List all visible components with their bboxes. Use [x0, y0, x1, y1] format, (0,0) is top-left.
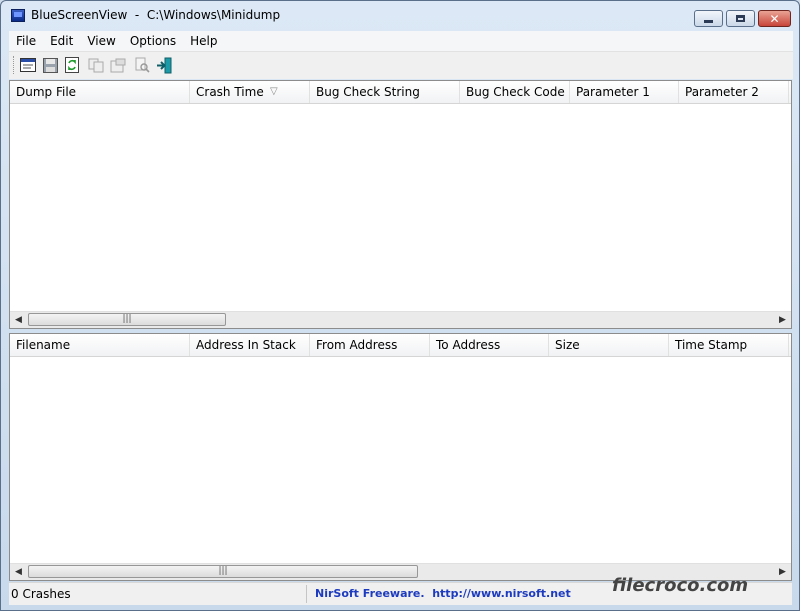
copy-icon	[88, 58, 104, 72]
window-title: BlueScreenView - C:\Windows\Minidump	[31, 8, 281, 22]
toolbar	[9, 51, 793, 79]
crash-list-header: Dump File Crash Time ▽ Bug Check String B…	[10, 81, 791, 104]
col-crash-time[interactable]: Crash Time ▽	[190, 81, 310, 103]
scroll-left-icon[interactable]: ◀	[10, 564, 27, 580]
html-report-icon	[110, 58, 126, 72]
col-parameter-1[interactable]: Parameter 1	[570, 81, 679, 103]
scroll-right-icon[interactable]: ▶	[774, 564, 791, 580]
close-button[interactable]: ✕	[758, 10, 791, 27]
crash-list-scroll-thumb[interactable]: |||	[28, 313, 226, 326]
minimize-button[interactable]	[694, 10, 723, 27]
crash-count: 0 Crashes	[11, 587, 71, 601]
title-bar[interactable]: BlueScreenView - C:\Windows\Minidump ✕	[1, 1, 799, 31]
crash-list-hscrollbar[interactable]: ◀ ||| ▶	[10, 311, 791, 328]
monitor-icon	[11, 9, 25, 22]
menu-options[interactable]: Options	[123, 34, 183, 48]
maximize-icon	[736, 15, 745, 22]
menu-view[interactable]: View	[80, 34, 122, 48]
driver-list[interactable]: Filename Address In Stack From Address T…	[9, 333, 792, 581]
scroll-right-icon[interactable]: ▶	[774, 312, 791, 328]
menu-help[interactable]: Help	[183, 34, 224, 48]
properties-button[interactable]	[19, 56, 37, 74]
driver-list-scroll-thumb[interactable]: |||	[28, 565, 418, 578]
scroll-left-icon[interactable]: ◀	[10, 312, 27, 328]
save-icon	[42, 57, 58, 73]
refresh-button[interactable]	[63, 56, 81, 74]
col-size[interactable]: Size	[549, 334, 669, 356]
col-to-address[interactable]: To Address	[430, 334, 549, 356]
minimize-icon	[704, 20, 713, 23]
col-filename[interactable]: Filename	[10, 334, 190, 356]
crash-list[interactable]: Dump File Crash Time ▽ Bug Check String B…	[9, 80, 792, 329]
nirsoft-link[interactable]: NirSoft Freeware. http://www.nirsoft.net	[315, 587, 571, 600]
status-divider	[306, 585, 307, 603]
col-address-in-stack[interactable]: Address In Stack	[190, 334, 310, 356]
exit-icon	[156, 57, 171, 73]
col-parameter-2[interactable]: Parameter 2	[679, 81, 789, 103]
find-icon	[135, 57, 150, 73]
col-bug-check-code[interactable]: Bug Check Code	[460, 81, 570, 103]
maximize-button[interactable]	[726, 10, 755, 27]
watermark: filecroco.com	[612, 575, 749, 596]
save-button[interactable]	[41, 56, 59, 74]
refresh-icon	[65, 57, 79, 73]
menu-bar: File Edit View Options Help	[9, 31, 793, 51]
html-report-button[interactable]	[109, 56, 127, 74]
exit-button[interactable]	[155, 56, 173, 74]
toolbar-grip[interactable]	[13, 56, 16, 74]
col-bug-check-string[interactable]: Bug Check String	[310, 81, 460, 103]
menu-file[interactable]: File	[9, 34, 43, 48]
col-from-address[interactable]: From Address	[310, 334, 430, 356]
driver-list-header: Filename Address In Stack From Address T…	[10, 334, 791, 357]
copy-button[interactable]	[87, 56, 105, 74]
menu-edit[interactable]: Edit	[43, 34, 80, 48]
find-button[interactable]	[133, 56, 151, 74]
sort-descending-icon: ▽	[270, 86, 278, 97]
col-crash-time-label: Crash Time	[196, 85, 264, 99]
close-icon: ✕	[769, 11, 780, 26]
app-window: BlueScreenView - C:\Windows\Minidump ✕ F…	[0, 0, 800, 611]
col-dump-file[interactable]: Dump File	[10, 81, 190, 103]
col-time-stamp[interactable]: Time Stamp	[669, 334, 789, 356]
properties-icon	[20, 58, 36, 72]
